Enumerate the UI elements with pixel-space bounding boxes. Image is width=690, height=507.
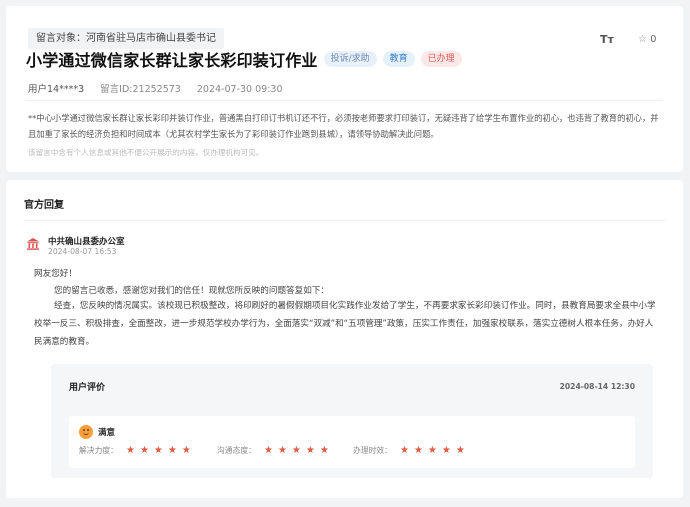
- user-rating-panel: 用户评价 2024-08-14 12:30 满意 解决力度： ★★★★★ 沟通态…: [51, 364, 653, 478]
- message-body: **中心小学通过微信家长群让家长彩印并装订作业，普通黑白打印订书机订还不行，必须…: [28, 113, 659, 139]
- reply-date: 2024-08-07 16:53: [48, 247, 117, 256]
- reply-greeting: 网友您好！: [34, 269, 77, 279]
- font-size-button[interactable]: Tт: [600, 33, 614, 46]
- star-icon: ★: [291, 445, 306, 456]
- criterion-attitude: 沟通态度： ★★★★★: [217, 445, 334, 456]
- favorite-count: 0: [650, 34, 657, 45]
- tag-category: 教育: [382, 51, 415, 67]
- message-card: 留言对象：河南省驻马店市确山县委书记 Tт ☆ 0 小学通过微信家长群让家长彩印…: [6, 6, 683, 172]
- tag-type: 投诉/求助: [323, 51, 377, 67]
- star-icon: ★: [139, 445, 154, 456]
- star-icon: ★: [125, 445, 140, 456]
- criterion-label: 解决力度：: [79, 446, 118, 455]
- criterion-timeliness: 办理时效： ★★★★★: [353, 445, 470, 456]
- rating-date: 2024-08-14 12:30: [559, 382, 635, 391]
- user-name: 用户14****3: [28, 84, 85, 95]
- message-id: 留言ID:21252573: [100, 84, 181, 95]
- star-icon: ★: [153, 445, 168, 456]
- official-reply-card: 官方回复 中共确山县委办公室 2024-08-07 16:53 网友您好！ 您的…: [6, 180, 683, 498]
- overall-rating: 满意: [98, 428, 116, 438]
- star-icon: ★: [413, 445, 428, 456]
- star-icon: ★: [441, 445, 456, 456]
- reply-org-name: 中共确山县委办公室: [48, 237, 125, 247]
- title-row: 小学通过微信家长群让家长彩印装订作业 投诉/求助 教育 已办理: [26, 47, 462, 71]
- star-icon: ★: [167, 445, 182, 456]
- reply-paragraph-1: 您的留言已收悉，感谢您对我们的信任！现就您所反映的问题答复如下：: [54, 286, 330, 296]
- star-icon: ★: [277, 445, 292, 456]
- criterion-label: 办理时效：: [353, 446, 392, 455]
- message-target-tag: 留言对象：河南省驻马店市确山县委书记: [28, 28, 224, 49]
- rating-title: 用户评价: [69, 383, 106, 393]
- status-badge: 已办理: [420, 51, 462, 67]
- message-meta: 用户14****3 留言ID:21252573 2024-07-30 09:30: [28, 81, 295, 95]
- divider: [24, 220, 665, 221]
- star-outline-icon: ☆: [638, 34, 647, 45]
- star-rating: ★★★★★: [126, 445, 196, 456]
- reply-heading: 官方回复: [24, 200, 64, 211]
- smiley-face-icon: [79, 425, 93, 439]
- rating-details: 满意 解决力度： ★★★★★ 沟通态度： ★★★★★ 办理时效： ★★★★★: [69, 416, 635, 468]
- star-icon: ★: [319, 445, 334, 456]
- star-icon: ★: [455, 445, 470, 456]
- criterion-resolution: 解决力度： ★★★★★: [79, 445, 196, 456]
- star-icon: ★: [399, 445, 414, 456]
- criterion-label: 沟通态度：: [217, 446, 256, 455]
- message-datetime: 2024-07-30 09:30: [196, 84, 283, 95]
- reply-paragraph-2: 经查，您反映的情况属实。该校现已积极整改，将印刷好的暑假假期项目化实践作业发给了…: [34, 301, 656, 347]
- star-icon: ★: [181, 445, 196, 456]
- star-rating: ★★★★★: [264, 445, 334, 456]
- privacy-notice: 该留言中含有个人信息或其他不便公开展示的内容，仅办理机构可见。: [28, 148, 264, 157]
- message-title: 小学通过微信家长群让家长彩印装订作业: [26, 51, 318, 70]
- star-icon: ★: [427, 445, 442, 456]
- divider: [26, 100, 663, 101]
- star-rating: ★★★★★: [400, 445, 470, 456]
- government-building-icon: [27, 238, 39, 250]
- favorite-button[interactable]: ☆ 0: [638, 34, 657, 45]
- star-icon: ★: [263, 445, 278, 456]
- star-icon: ★: [305, 445, 320, 456]
